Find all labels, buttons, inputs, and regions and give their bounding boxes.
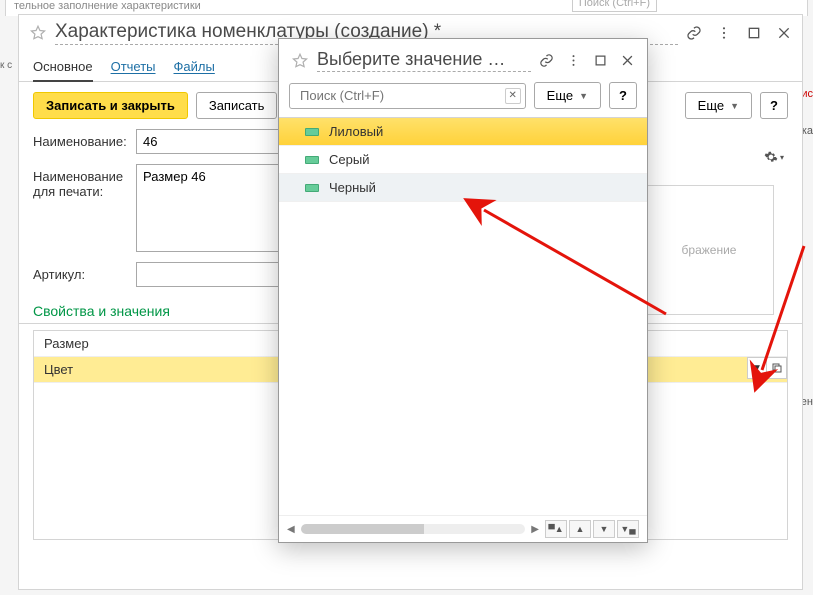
close-icon[interactable] <box>776 25 792 41</box>
search-input[interactable] <box>298 87 505 104</box>
item-marker-icon <box>305 128 319 136</box>
dialog-title: Выберите значение … <box>317 49 531 72</box>
scroll-right-icon[interactable]: ▶ <box>531 524 539 535</box>
search-box[interactable]: ✕ <box>289 83 526 109</box>
tab-main[interactable]: Основное <box>33 55 93 82</box>
list-item-label: Лиловый <box>329 124 383 139</box>
dialog-toolbar: ✕ Еще ▼ ? <box>279 78 647 117</box>
chevron-down-icon: ▼ <box>579 91 588 101</box>
dialog-more-button[interactable]: Еще ▼ <box>534 82 601 109</box>
tab-reports[interactable]: Отчеты <box>111 55 156 82</box>
image-placeholder[interactable]: бражение <box>644 185 774 315</box>
dialog-help-button[interactable]: ? <box>609 82 637 109</box>
favorite-star-icon[interactable] <box>29 24 47 42</box>
value-list: Лиловый Серый Черный <box>279 117 647 515</box>
help-button[interactable]: ? <box>760 92 788 119</box>
maximize-icon[interactable] <box>746 25 762 41</box>
settings-gear-icon[interactable]: ▾ <box>764 147 784 167</box>
list-item-label: Черный <box>329 180 376 195</box>
print-name-input[interactable] <box>136 164 286 252</box>
save-button[interactable]: Записать <box>196 92 278 119</box>
name-label: Наименование: <box>33 129 128 149</box>
tab-files[interactable]: Файлы <box>174 55 215 82</box>
sku-input[interactable] <box>136 262 286 287</box>
kebab-menu-icon[interactable] <box>566 53 581 68</box>
list-item-label: Серый <box>329 152 369 167</box>
dialog-titlebar: Выберите значение … <box>279 39 647 78</box>
truncated-left: к с <box>0 60 18 100</box>
open-dialog-icon[interactable] <box>767 357 787 379</box>
truncated-right-1: ис <box>801 88 813 100</box>
cell-value-controls: ▼ <box>747 357 787 379</box>
list-item[interactable]: Лиловый <box>279 118 647 146</box>
close-icon[interactable] <box>620 53 635 68</box>
goto-top-icon[interactable]: ▀▲ <box>545 520 567 538</box>
dropdown-toggle-icon[interactable]: ▼ <box>747 357 767 379</box>
value-select-dialog: Выберите значение … ✕ Еще ▼ ? Лиловый Се… <box>278 38 648 543</box>
item-marker-icon <box>305 156 319 164</box>
maximize-icon[interactable] <box>593 53 608 68</box>
kebab-menu-icon[interactable] <box>716 25 732 41</box>
scroll-left-icon[interactable]: ◀ <box>287 524 295 535</box>
background-search-phantom: Поиск (Ctrl+F) <box>572 0 657 12</box>
list-item[interactable]: Черный <box>279 174 647 202</box>
clear-search-icon[interactable]: ✕ <box>505 88 521 104</box>
name-input[interactable] <box>136 129 286 154</box>
save-and-close-button[interactable]: Записать и закрыть <box>33 92 188 119</box>
window-controls <box>686 25 792 41</box>
more-button[interactable]: Еще ▼ <box>685 92 752 119</box>
goto-bottom-icon[interactable]: ▼▄ <box>617 520 639 538</box>
link-icon[interactable] <box>539 53 554 68</box>
favorite-star-icon[interactable] <box>291 52 309 70</box>
dialog-more-label: Еще <box>547 88 573 103</box>
more-button-label: Еще <box>698 98 724 113</box>
list-nav-buttons: ▀▲ ▲ ▼ ▼▄ <box>545 520 639 538</box>
move-down-icon[interactable]: ▼ <box>593 520 615 538</box>
item-marker-icon <box>305 184 319 192</box>
background-title-fragment: тельное заполнение характеристики <box>14 0 201 12</box>
truncated-right-2: ка <box>802 125 813 137</box>
list-item[interactable]: Серый <box>279 146 647 174</box>
image-placeholder-text: бражение <box>682 243 737 257</box>
move-up-icon[interactable]: ▲ <box>569 520 591 538</box>
dialog-footer: ◀ ▶ ▀▲ ▲ ▼ ▼▄ <box>279 515 647 542</box>
print-name-label: Наименование для печати: <box>33 164 128 199</box>
horizontal-scrollbar[interactable] <box>301 524 526 534</box>
sku-label: Артикул: <box>33 262 128 282</box>
link-icon[interactable] <box>686 25 702 41</box>
chevron-down-icon: ▼ <box>730 101 739 111</box>
